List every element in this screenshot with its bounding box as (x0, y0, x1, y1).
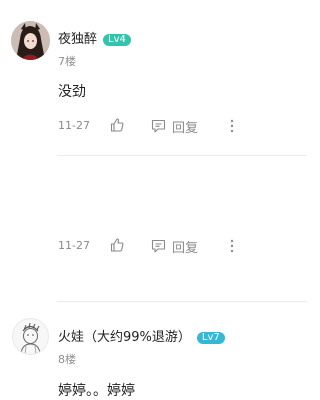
comment-content: 没劲 (58, 84, 86, 100)
avatar[interactable] (11, 21, 50, 60)
divider (57, 301, 307, 302)
comment-actions: 11-27 回复 (58, 117, 307, 136)
username[interactable]: 夜独醉 Lv4 (58, 28, 131, 47)
reply-icon (151, 119, 166, 133)
thumb-up-icon[interactable] (109, 117, 125, 133)
level-badge: Lv4 (103, 34, 131, 46)
floor-number: 7楼 (58, 55, 76, 68)
avatar[interactable] (12, 318, 49, 355)
reply-label: 回复 (172, 120, 199, 136)
comment-item: 火娃（大约99%退游） Lv7 8楼 婷婷。。婷婷 11-27 回复 (0, 150, 307, 399)
more-vertical-icon[interactable] (230, 118, 234, 134)
username-text[interactable]: 夜独醉 (58, 32, 97, 47)
comment-date: 11-27 (58, 239, 90, 252)
level-badge: Lv7 (196, 332, 225, 344)
comment-date: 11-27 (58, 119, 90, 132)
username-text[interactable]: 火娃（大约99%退游） (58, 330, 191, 345)
comment-item: 夜独醉 Lv4 7楼 没劲 11-27 回复 (0, 0, 307, 150)
comment-actions: 11-27 回复 (58, 237, 307, 256)
comment-content: 婷婷。。婷婷 (58, 383, 135, 399)
reply-icon (151, 239, 166, 253)
reply-button[interactable]: 回复 (151, 237, 199, 256)
thumb-up-icon[interactable] (109, 237, 125, 253)
reply-label: 回复 (172, 240, 199, 256)
floor-number: 8楼 (58, 353, 76, 366)
more-vertical-icon[interactable] (230, 238, 234, 254)
username[interactable]: 火娃（大约99%退游） Lv7 (58, 326, 225, 345)
reply-button[interactable]: 回复 (151, 117, 199, 136)
